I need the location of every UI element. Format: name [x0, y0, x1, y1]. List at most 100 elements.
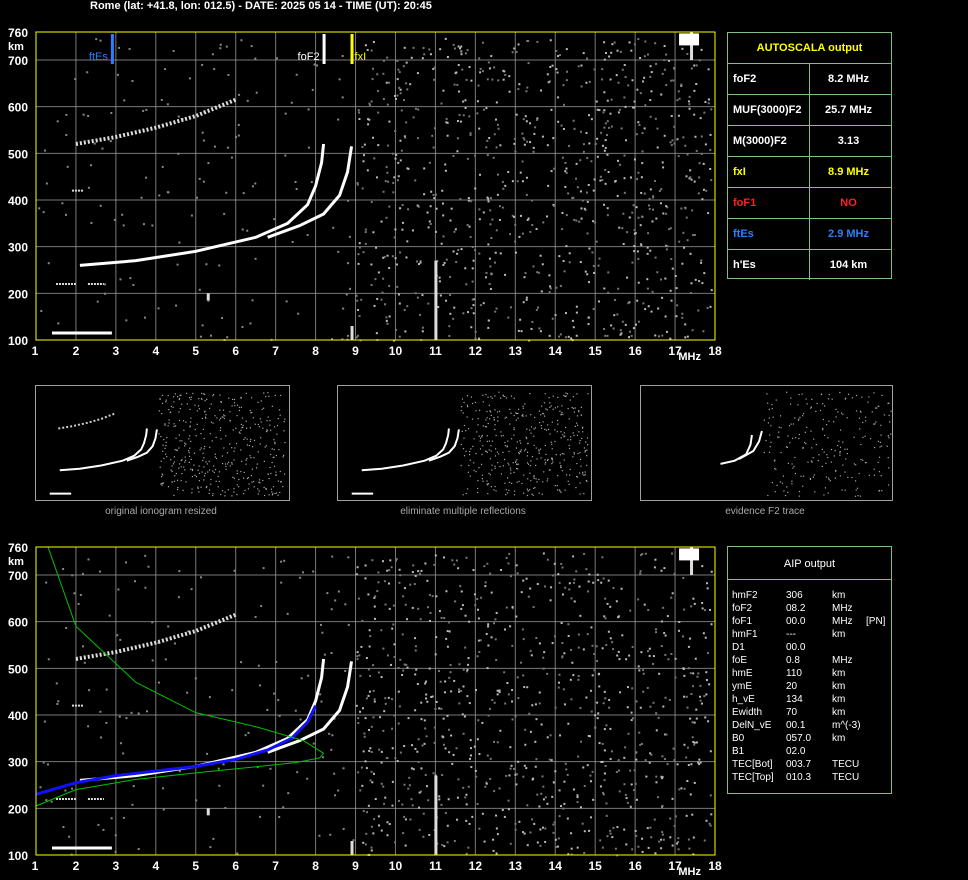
- thumb-noise-dot: [202, 393, 205, 395]
- noise-dot: [647, 846, 650, 849]
- noise-dot: [496, 833, 499, 836]
- noise-dot: [590, 118, 593, 121]
- thumb-noise-dot: [198, 408, 200, 410]
- noise-dot: [189, 77, 192, 80]
- noise-dot: [391, 255, 394, 258]
- noise-dot: [609, 727, 612, 730]
- thumb-noise-dot: [466, 416, 468, 418]
- noise-dot: [254, 57, 257, 60]
- noise-dot: [519, 661, 522, 664]
- noise-dot: [689, 252, 692, 255]
- noise-dot: [624, 793, 627, 796]
- thumb-noise-dot: [887, 457, 889, 459]
- autoscala-row-fof2: foF2 8.2 MHz: [728, 64, 891, 95]
- noise-dot: [653, 566, 656, 569]
- thumb-noise-dot: [222, 462, 224, 465]
- noise-dot: [361, 784, 364, 787]
- noise-dot: [479, 67, 482, 70]
- thumb-noise-dot: [835, 416, 837, 418]
- noise-dot: [539, 330, 542, 333]
- thumb-noise-dot: [840, 412, 843, 414]
- noise-dot: [198, 288, 201, 291]
- noise-dot: [448, 630, 451, 633]
- thumb-noise-dot: [580, 406, 583, 408]
- noise-dot: [461, 713, 464, 716]
- noise-dot: [295, 73, 298, 76]
- noise-dot: [598, 300, 601, 303]
- noise-dot: [577, 755, 580, 758]
- aip-row: Ewidth 70 km: [728, 706, 891, 719]
- thumb-noise-dot: [883, 414, 886, 416]
- thumb-noise-dot: [563, 435, 565, 438]
- noise-dot: [360, 645, 363, 648]
- thumb-noise-dot: [563, 453, 565, 455]
- thumb-noise-dot: [540, 414, 542, 416]
- noise-dot: [438, 276, 441, 279]
- thumb-noise-dot: [167, 486, 170, 488]
- noise-dot: [446, 645, 449, 648]
- thumb-noise-dot: [533, 487, 535, 489]
- noise-dot: [611, 43, 614, 46]
- thumb-noise-dot: [201, 417, 204, 420]
- noise-dot: [526, 86, 529, 89]
- marker-label-ftes: ftEs: [89, 51, 108, 63]
- thumb-original: [35, 385, 290, 501]
- noise-dot: [690, 693, 693, 696]
- noise-dot: [579, 261, 582, 264]
- noise-dot: [435, 700, 438, 703]
- noise-dot: [678, 620, 681, 623]
- noise-dot: [631, 848, 634, 851]
- noise-dot: [241, 325, 244, 328]
- noise-dot: [553, 821, 556, 824]
- noise-dot: [610, 125, 613, 128]
- aip-value: 003.7: [786, 759, 812, 770]
- thumb-noise-dot: [190, 458, 192, 460]
- noise-dot: [469, 747, 472, 750]
- thumb-noise-dot: [233, 459, 235, 461]
- thumb-noise-dot: [533, 435, 535, 437]
- noise-dot: [46, 763, 49, 766]
- thumb-noise-dot: [563, 394, 565, 397]
- noise-dot: [601, 742, 604, 745]
- noise-dot: [456, 137, 459, 140]
- noise-dot: [633, 158, 636, 161]
- noise-dot: [418, 828, 421, 831]
- noise-dot: [697, 192, 700, 195]
- thumb-noise-dot: [526, 451, 529, 453]
- noise-dot: [401, 204, 404, 207]
- thumb-noise-dot: [530, 432, 532, 434]
- thumb-noise-dot: [581, 437, 583, 440]
- noise-dot: [702, 188, 705, 191]
- thumb-noise-dot: [576, 415, 579, 417]
- thumb-noise-dot: [173, 494, 175, 496]
- noise-dots: [38, 32, 713, 342]
- noise-dot: [549, 65, 552, 68]
- noise-dot: [550, 759, 553, 762]
- noise-dot: [616, 654, 619, 657]
- noise-dot: [379, 716, 382, 719]
- thumb-noise-dot: [862, 459, 864, 461]
- noise-dot: [394, 257, 397, 260]
- interference-blob: [679, 548, 700, 561]
- noise-dot: [570, 648, 573, 651]
- thumb-noise-dot: [173, 480, 176, 482]
- noise-dot: [670, 299, 673, 302]
- thumb-noise-dot: [497, 420, 499, 422]
- thumb-noise-dot: [860, 443, 862, 446]
- thumb-noise-dot: [191, 468, 194, 470]
- noise-dot: [592, 264, 595, 267]
- noise-dot: [364, 231, 367, 234]
- noise-dot: [567, 623, 570, 626]
- thumb-noise-dot: [541, 405, 543, 407]
- noise-dot: [603, 109, 606, 112]
- noise-dot: [680, 83, 683, 86]
- aip-value: 010.3: [786, 772, 812, 783]
- noise-dot: [648, 647, 651, 650]
- noise-dot: [565, 167, 568, 170]
- thumb-noise-dot: [493, 419, 495, 421]
- thumb-noise-dot: [797, 404, 799, 406]
- thumb-noise-dot: [770, 441, 772, 443]
- thumb-noise-dot: [827, 437, 829, 439]
- thumb-noise-dot: [587, 393, 589, 395]
- noise-dot: [534, 703, 537, 706]
